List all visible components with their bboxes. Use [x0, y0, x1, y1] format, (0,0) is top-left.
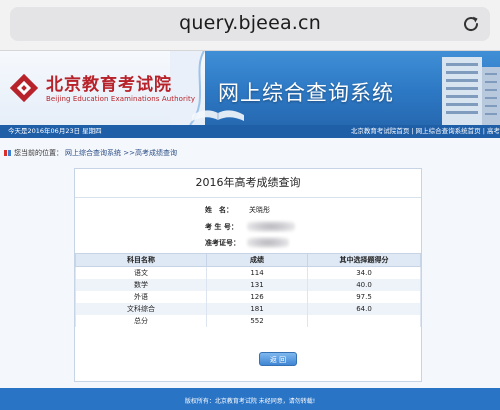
- system-title: 网上综合查询系统: [218, 81, 394, 105]
- name-row: 姓 名： 关晓彤: [75, 203, 421, 217]
- table-row: 外语 126 97.5: [75, 291, 421, 303]
- panel-title: 2016年高考成绩查询: [75, 169, 421, 198]
- subject-cell: 数学: [75, 279, 207, 291]
- column-header: 科目名称: [75, 253, 207, 267]
- choice-score-cell: 97.5: [307, 291, 421, 303]
- choice-score-cell: 34.0: [307, 266, 421, 279]
- site-header: 北京教育考试院 Beijing Education Examinations A…: [0, 51, 500, 125]
- reload-icon[interactable]: [460, 13, 482, 35]
- subject-cell: 总分: [75, 315, 207, 327]
- score-table: 科目名称 成绩 其中选择题得分 语文 114 34.0 数学 131 40.0 …: [75, 253, 421, 327]
- table-row: 数学 131 40.0: [75, 279, 421, 291]
- choice-score-cell: 40.0: [307, 279, 421, 291]
- exam-number-label: 考 生 号：: [205, 223, 238, 231]
- table-row: 总分 552: [75, 315, 421, 327]
- exam-number-redacted: [247, 221, 295, 232]
- table-row: 语文 114 34.0: [75, 266, 421, 279]
- score-cell: 131: [206, 279, 308, 291]
- breadcrumb: 您当前的位置： 网上综合查询系统 >>高考成绩查询: [0, 146, 500, 160]
- logo-seal-icon: [9, 73, 39, 103]
- site-footer: 版权所有：北京教育考试院 未经同意，请勿转载!: [0, 388, 500, 410]
- column-header: 其中选择题得分: [307, 253, 421, 267]
- subject-cell: 文科综合: [75, 303, 207, 315]
- ticket-number-label: 准考证号：: [205, 239, 240, 247]
- breadcrumb-label: 您当前的位置：: [14, 149, 63, 157]
- logo-english-name: Beijing Education Examinations Authority: [46, 95, 196, 103]
- table-row: 文科综合 181 64.0: [75, 303, 421, 315]
- score-cell: 126: [206, 291, 308, 303]
- breadcrumb-path[interactable]: 网上综合查询系统 >>高考成绩查询: [65, 146, 177, 160]
- building-graphic: [442, 57, 500, 125]
- top-links[interactable]: 北京教育考试院首页 | 网上综合查询系统首页 | 高考: [351, 125, 500, 138]
- name-label: 姓 名：: [205, 206, 233, 214]
- table-header-row: 科目名称 成绩 其中选择题得分: [75, 253, 421, 267]
- score-cell: 552: [206, 315, 308, 327]
- score-cell: 114: [206, 266, 308, 279]
- name-value: 关晓彤: [249, 206, 270, 214]
- ticket-number-row: 准考证号：: [75, 236, 421, 250]
- score-result-panel: 2016年高考成绩查询 姓 名： 关晓彤 考 生 号： 准考证号： 科目名称 成…: [74, 168, 422, 382]
- browser-address-bar: query.bjeea.cn: [0, 0, 500, 51]
- choice-score-cell: [307, 315, 421, 327]
- copyright-text: 版权所有：北京教育考试院 未经同意，请勿转载!: [184, 398, 316, 405]
- subject-cell: 语文: [75, 266, 207, 279]
- exam-number-row: 考 生 号：: [75, 220, 421, 234]
- url-text: query.bjeea.cn: [179, 12, 321, 34]
- current-date: 今天是2016年06月23日 星期四: [8, 127, 102, 135]
- back-button[interactable]: 返 回: [259, 352, 297, 366]
- logo-chinese-name: 北京教育考试院: [46, 75, 172, 95]
- date-bar: 今天是2016年06月23日 星期四 北京教育考试院首页 | 网上综合查询系统首…: [0, 125, 500, 138]
- choice-score-cell: 64.0: [307, 303, 421, 315]
- url-field[interactable]: query.bjeea.cn: [10, 7, 490, 41]
- score-cell: 181: [206, 303, 308, 315]
- ticket-number-redacted: [247, 237, 289, 248]
- column-header: 成绩: [206, 253, 308, 267]
- subject-cell: 外语: [75, 291, 207, 303]
- location-icon: [4, 150, 11, 156]
